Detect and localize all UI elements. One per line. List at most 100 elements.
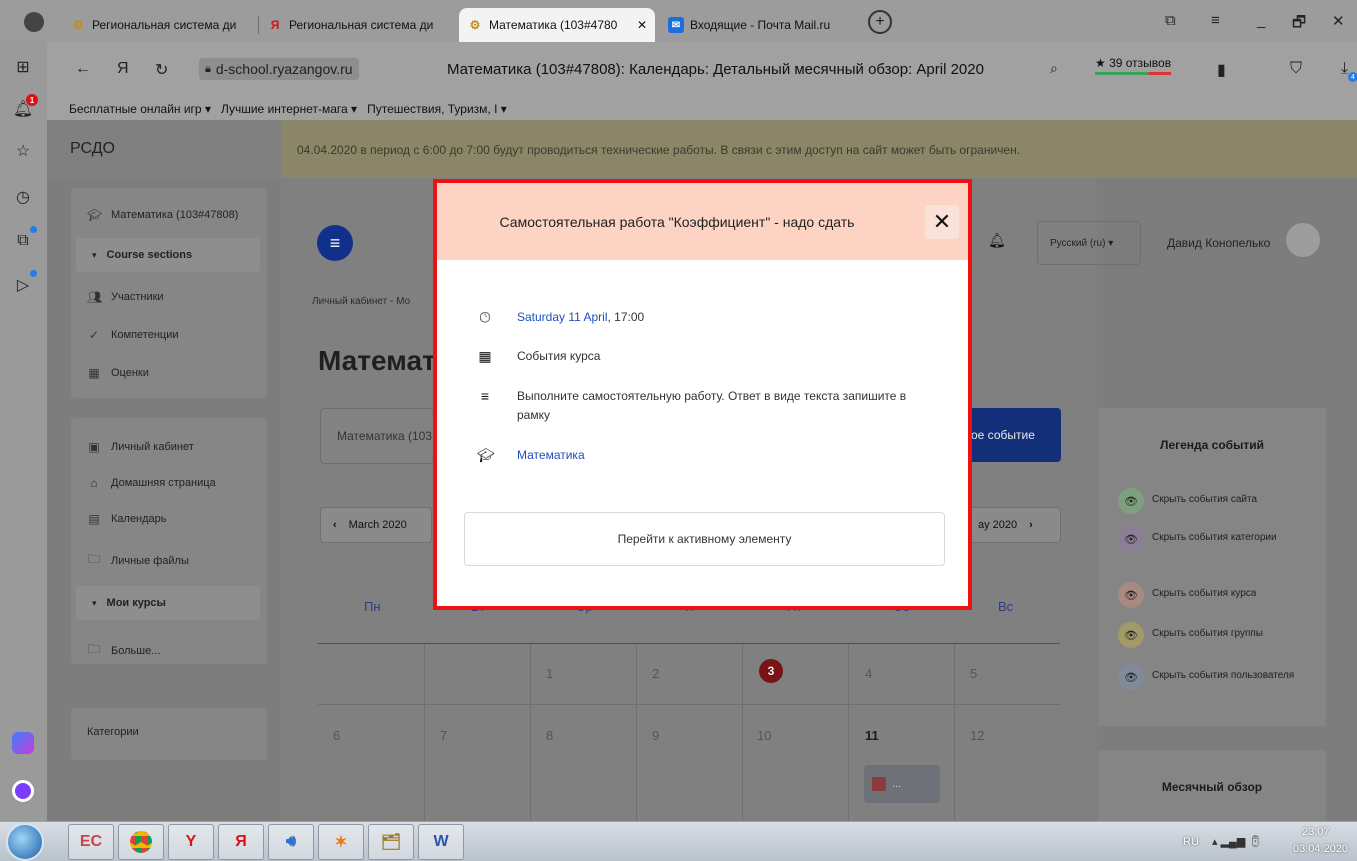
calendar-day[interactable]: 12 <box>970 728 984 743</box>
go-to-activity-button[interactable]: Перейти к активному элементу <box>464 512 945 566</box>
legend-item-site[interactable]: 👁︎ Скрыть события сайта <box>1118 488 1318 514</box>
sidebar-item-calendar[interactable]: ▤ Календарь <box>87 512 166 526</box>
sidebar-item-course-sections[interactable]: ▾ Course sections <box>76 238 260 272</box>
graduation-cap-icon: 🎓︎ <box>477 447 495 463</box>
bookmark-item[interactable]: Путешествия, Туризм, I ▾ <box>367 102 507 116</box>
calendar-day[interactable]: 5 <box>970 666 977 681</box>
word-icon[interactable]: W <box>418 824 464 860</box>
course-link[interactable]: Математика <box>517 446 585 465</box>
calendar-day[interactable]: 8 <box>546 728 553 743</box>
speaker-icon[interactable]: 🔊︎ <box>268 824 314 860</box>
restore-icon[interactable]: 🗗 <box>1292 12 1306 37</box>
app-ec-icon[interactable]: EC <box>68 824 114 860</box>
sidebar-item-my-courses[interactable]: ▾ Мои курсы <box>76 586 260 620</box>
star-icon[interactable]: ☆ <box>12 140 34 162</box>
avast-icon[interactable]: ✶ <box>318 824 364 860</box>
breadcrumb[interactable]: Личный кабинет - Мо <box>312 296 410 307</box>
menu-icon[interactable]: ≡ <box>1211 12 1220 29</box>
sidebar-item-participants[interactable]: 👥︎ Участники <box>87 290 164 304</box>
calendar-day[interactable]: 4 <box>865 666 872 681</box>
legend-item-course[interactable]: 👁︎ Скрыть события курса <box>1118 582 1318 608</box>
new-event-button[interactable]: ое событие <box>965 408 1061 462</box>
month-overview-block: Месячный обзор <box>1098 750 1326 821</box>
chrome-icon[interactable] <box>118 824 164 860</box>
site-brand[interactable]: РСДО <box>47 120 281 178</box>
protect-icon[interactable]: ⛉ <box>1290 60 1302 78</box>
event-date-link[interactable]: Saturday 11 April <box>517 310 608 324</box>
legend-item-label: Скрыть события курса <box>1152 588 1257 599</box>
language-indicator[interactable]: RU <box>1183 836 1199 848</box>
tab-math-active[interactable]: ⚙ Математика (103#4780 ✕ <box>459 8 655 42</box>
file-manager-icon[interactable]: 🗂︎ <box>368 824 414 860</box>
calendar-day[interactable]: 2 <box>652 666 659 681</box>
course-select[interactable]: Математика (103 <box>320 408 440 464</box>
close-button[interactable]: ✕ <box>925 205 959 239</box>
tray-icons[interactable]: ▴ ▂▄▆ 🔋︎ <box>1212 835 1262 848</box>
legend-item-group[interactable]: 👁︎ Скрыть события группы <box>1118 622 1318 648</box>
bookmark-icon[interactable]: ▮ <box>1217 60 1226 80</box>
tab-regional-1[interactable]: ⚙ Региональная система ди <box>62 8 259 42</box>
legend-item-user[interactable]: 👁︎ Скрыть события пользователя <box>1118 664 1318 690</box>
sidebar-item-home[interactable]: ⌂ Домашняя страница <box>87 476 216 490</box>
event-date-row: 🕑︎ Saturday 11 April, 17:00 <box>477 308 937 327</box>
bookmark-item[interactable]: Бесплатные онлайн игр ▾ <box>69 102 211 116</box>
play-icon[interactable]: ▷ <box>12 274 34 296</box>
start-button[interactable] <box>6 823 44 861</box>
sidebar-item-files[interactable]: 🗀 Личные файлы <box>87 550 189 571</box>
day-header: Вс <box>998 599 1014 614</box>
language-select[interactable]: Русский (ru) ▾ <box>1037 221 1141 265</box>
yandex-logo-icon[interactable]: Я <box>117 60 129 78</box>
calendar-day-today[interactable]: 3 <box>759 659 783 683</box>
calendar-event-chip[interactable]: ... <box>864 765 940 803</box>
sidebar-item-competencies[interactable]: ✓ Компетенции <box>87 328 179 342</box>
grid-icon[interactable]: ⊞ <box>12 56 34 78</box>
sidebar-item-more[interactable]: 🗀 Больше... <box>87 640 160 661</box>
alice-icon[interactable] <box>12 732 34 754</box>
tab-mail[interactable]: ✉ Входящие - Почта Mail.ru <box>660 8 856 42</box>
download-badge: 4 <box>1348 72 1357 82</box>
chevron-down-icon: ▾ <box>92 597 97 608</box>
yandex-browser-icon[interactable]: Y <box>168 824 214 860</box>
drawer-toggle-button[interactable]: ≡ <box>317 225 353 261</box>
sidebar-item-categories[interactable]: Категории <box>87 726 139 738</box>
calendar-day[interactable]: 9 <box>652 728 659 743</box>
history-icon[interactable]: ◷ <box>12 186 34 208</box>
user-name[interactable]: Давид Конопелько <box>1167 236 1270 250</box>
prev-month-button[interactable]: ‹ March 2020 <box>320 507 432 543</box>
calendar-day[interactable]: 1 <box>546 666 553 681</box>
sidebar-item-dashboard[interactable]: ▣ Личный кабинет <box>87 440 193 454</box>
collections-icon[interactable]: ⧉ <box>12 230 34 252</box>
download-icon[interactable]: ⤓ <box>1341 60 1348 78</box>
sidebar-item-label: Домашняя страница <box>111 477 216 489</box>
close-window-icon[interactable]: ✕ <box>1332 12 1345 30</box>
sidebar-item-course[interactable]: 🎓︎ Математика (103#47808) <box>87 208 238 222</box>
windows-taskbar: EC Y Я 🔊︎ ✶ 🗂︎ W RU ▴ ▂▄▆ 🔋︎ 23:07 03.04… <box>0 821 1357 861</box>
clock-date[interactable]: 03.04.2020 <box>1293 843 1348 855</box>
calendar-day[interactable]: 7 <box>440 728 447 743</box>
close-tab-icon[interactable]: ✕ <box>637 18 647 32</box>
search-icon[interactable]: ⌕ <box>1050 60 1058 77</box>
legend-item-category[interactable]: 👁︎ Скрыть события категории <box>1118 526 1318 552</box>
tab-regional-2[interactable]: Я Региональная система ди <box>259 8 456 42</box>
yandex-icon[interactable]: Я <box>218 824 264 860</box>
bookmark-manager-icon[interactable]: ⧉ <box>1165 12 1176 29</box>
profile-icon[interactable] <box>24 12 44 32</box>
bell-icon[interactable]: 🔔︎ <box>988 232 1006 249</box>
avatar[interactable] <box>1286 223 1320 257</box>
url-field[interactable]: 🔒︎ d-school.ryazangov.ru <box>199 58 359 80</box>
sidebar-item-grades[interactable]: ▦ Оценки <box>87 366 149 380</box>
minimize-icon[interactable]: _ <box>1257 12 1265 29</box>
events-legend: Легенда событий 👁︎ Скрыть события сайта … <box>1098 408 1326 726</box>
reviews-badge[interactable]: ★ 39 отзывов <box>1095 56 1172 75</box>
calendar-day[interactable]: 11 <box>865 728 879 743</box>
clock-time[interactable]: 23:07 <box>1302 826 1330 838</box>
back-icon[interactable]: ← <box>75 60 91 78</box>
calendar-day[interactable]: 10 <box>757 728 771 743</box>
gear-icon: ⚙ <box>72 18 84 32</box>
voice-assistant-icon[interactable] <box>12 780 34 802</box>
calendar-day[interactable]: 6 <box>333 728 340 743</box>
new-tab-button[interactable]: + <box>868 10 892 34</box>
next-month-button[interactable]: ay 2020 › <box>965 507 1061 543</box>
reload-icon[interactable]: ↻ <box>155 60 168 80</box>
bookmark-item[interactable]: Лучшие интернет-мага ▾ <box>221 102 357 116</box>
